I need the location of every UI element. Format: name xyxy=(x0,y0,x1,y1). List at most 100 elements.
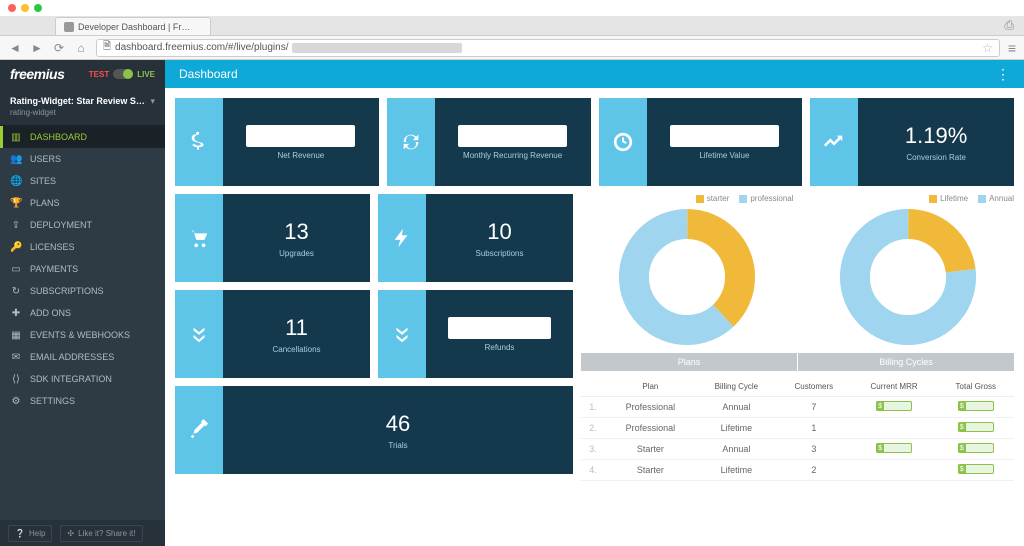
legend-billing: Lifetime Annual xyxy=(802,194,1015,203)
mac-max-icon[interactable] xyxy=(34,4,42,12)
dropper-icon xyxy=(175,386,223,474)
money-chip xyxy=(958,464,994,474)
env-toggle[interactable]: TEST LIVE xyxy=(89,69,155,79)
sidebar-item-label: SUBSCRIPTIONS xyxy=(30,286,104,296)
card-label: Refunds xyxy=(485,343,515,352)
sidebar-item-subscriptions[interactable]: ↻SUBSCRIPTIONS xyxy=(0,280,165,302)
sidebar-item-settings[interactable]: ⚙SETTINGS xyxy=(0,390,165,412)
sidebar-footer: ❔Help ✣Like it? Share it! xyxy=(0,520,165,546)
sidebar-item-emails[interactable]: ✉ EMAIL ADDRESSES xyxy=(0,346,165,368)
calendar-icon: ▦ xyxy=(10,330,22,341)
users-icon: 👥 xyxy=(10,154,22,165)
card-trials[interactable]: 46Trials xyxy=(175,386,573,474)
money-chip xyxy=(876,443,912,453)
sidebar-item-events[interactable]: ▦EVENTS & WEBHOOKS xyxy=(0,324,165,346)
help-button[interactable]: ❔Help xyxy=(8,525,52,542)
row-gross xyxy=(938,439,1014,460)
card-refunds[interactable]: Refunds xyxy=(378,290,573,378)
share-button[interactable]: ✣Like it? Share it! xyxy=(60,525,142,542)
table-row[interactable]: 2.ProfessionalLifetime1 xyxy=(581,418,1014,439)
kpi-label: Net Revenue xyxy=(278,151,325,160)
sidebar-item-licenses[interactable]: 🔑LICENSES xyxy=(0,236,165,258)
mac-close-icon[interactable] xyxy=(8,4,16,12)
url-redacted xyxy=(292,43,462,53)
envelope-icon: ✉ xyxy=(10,352,22,363)
gear-icon: ⚙ xyxy=(10,396,22,407)
back-button[interactable]: ◄ xyxy=(8,41,22,55)
row-mrr xyxy=(851,397,938,418)
dollar-icon xyxy=(175,98,223,186)
money-chip xyxy=(876,401,912,411)
sidebar-item-users[interactable]: 👥 USERS xyxy=(0,148,165,170)
money-chip xyxy=(958,401,994,411)
kpi-ltv[interactable]: Lifetime Value xyxy=(599,98,803,186)
card-label: Trials xyxy=(388,441,407,450)
reload-button[interactable]: ⟳ xyxy=(52,41,66,55)
table-header-plans: Plans xyxy=(581,353,797,371)
money-chip xyxy=(958,443,994,453)
cart-icon xyxy=(175,194,223,282)
sidebar-nav: ▥ DASHBOARD 👥 USERS 🌐SITES 🏆PLANS ⇪DEPLOYM… xyxy=(0,126,165,520)
home-button[interactable]: ⌂ xyxy=(74,41,88,55)
sidebar-item-sdk[interactable]: ⟨⟩SDK INTEGRATION xyxy=(0,368,165,390)
row-plan: Starter xyxy=(605,439,696,460)
table-row[interactable]: 4.StarterLifetime2 xyxy=(581,460,1014,481)
card-value: 10 xyxy=(487,219,511,245)
kpi-conversion[interactable]: 1.19%Conversion Rate xyxy=(810,98,1014,186)
browser-menu-icon[interactable]: ≡ xyxy=(1008,40,1016,56)
product-selector[interactable]: ▾ Rating-Widget: Star Review S… rating-w… xyxy=(0,88,165,126)
sidebar-item-dashboard[interactable]: ▥ DASHBOARD xyxy=(0,126,165,148)
row-customers: 2 xyxy=(777,460,851,481)
chevrons-down-icon xyxy=(378,290,426,378)
sidebar-item-label: LICENSES xyxy=(30,242,75,252)
plans-table: Plan Billing Cycle Customers Current MRR… xyxy=(581,377,1014,481)
card-subscriptions[interactable]: 10Subscriptions xyxy=(378,194,573,282)
sidebar-item-label: EMAIL ADDRESSES xyxy=(30,352,114,362)
card-cancellations[interactable]: 11Cancellations xyxy=(175,290,370,378)
kpi-net-revenue[interactable]: Net Revenue xyxy=(175,98,379,186)
bookmark-star-icon[interactable]: ☆ xyxy=(982,41,993,55)
kpi-row: Net Revenue Monthly Recurring Revenue Li… xyxy=(175,98,1014,186)
sync-icon xyxy=(387,98,435,186)
chart-bars-icon: ▥ xyxy=(10,132,22,143)
table-row[interactable]: 3.StarterAnnual3 xyxy=(581,439,1014,460)
row-cycle: Lifetime xyxy=(696,460,777,481)
kpi-mrr[interactable]: Monthly Recurring Revenue xyxy=(387,98,591,186)
address-bar[interactable]: 🗎 dashboard.freemius.com/#/live/plugins/… xyxy=(96,39,1000,57)
kpi-label: Monthly Recurring Revenue xyxy=(463,151,562,160)
mac-min-icon[interactable] xyxy=(21,4,29,12)
forward-button[interactable]: ► xyxy=(30,41,44,55)
row-customers: 1 xyxy=(777,418,851,439)
sidebar-item-deployment[interactable]: ⇪DEPLOYMENT xyxy=(0,214,165,236)
toggle-switch-icon[interactable] xyxy=(113,69,133,79)
sidebar-item-label: DASHBOARD xyxy=(30,132,87,142)
row-gross xyxy=(938,397,1014,418)
kpi-value-redacted xyxy=(458,125,567,147)
chart-billing: Lifetime Annual xyxy=(802,194,1015,347)
row-index: 4. xyxy=(581,460,605,481)
printer-icon[interactable]: ⎙ xyxy=(1004,18,1014,33)
row-index: 3. xyxy=(581,439,605,460)
sidebar-item-plans[interactable]: 🏆PLANS xyxy=(0,192,165,214)
help-icon: ❔ xyxy=(15,529,25,538)
table-row[interactable]: 1.ProfessionalAnnual7 xyxy=(581,397,1014,418)
sidebar-item-sites[interactable]: 🌐SITES xyxy=(0,170,165,192)
legend-label: starter xyxy=(707,194,730,203)
topbar: Dashboard ⋮ xyxy=(165,60,1024,88)
row-mrr xyxy=(851,418,938,439)
card-upgrades[interactable]: 13Upgrades xyxy=(175,194,370,282)
card-icon: ▭ xyxy=(10,264,22,275)
logo: freemius xyxy=(10,66,64,82)
kpi-label: Lifetime Value xyxy=(699,151,749,160)
sidebar-item-addons[interactable]: ✚ADD ONS xyxy=(0,302,165,324)
chevrons-down-icon xyxy=(175,290,223,378)
puzzle-icon: ✚ xyxy=(10,308,22,319)
sidebar-item-payments[interactable]: ▭PAYMENTS xyxy=(0,258,165,280)
browser-tab[interactable]: Developer Dashboard | Fr… xyxy=(55,17,211,35)
topbar-menu-icon[interactable]: ⋮ xyxy=(996,66,1010,83)
row-index: 1. xyxy=(581,397,605,418)
card-value: 11 xyxy=(285,315,308,341)
sidebar-item-label: USERS xyxy=(30,154,61,164)
donut-charts-row: starter professional Lifetime Annual xyxy=(581,194,1014,347)
money-chip xyxy=(958,422,994,432)
